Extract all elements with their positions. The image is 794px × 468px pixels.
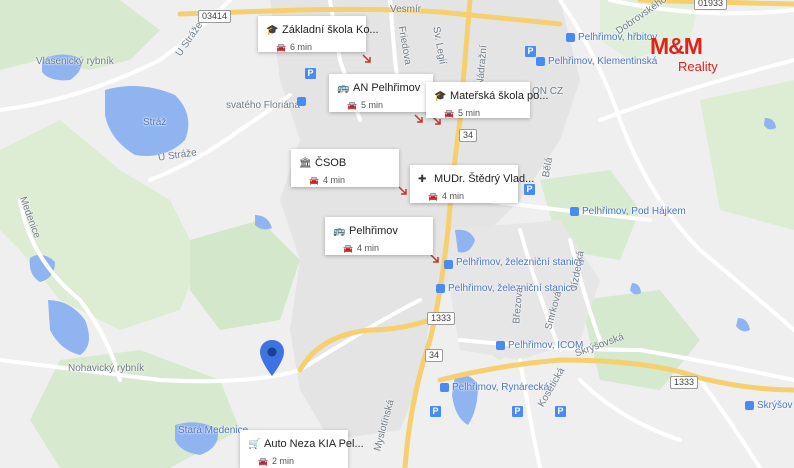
poi-name: MUDr. Štědrý Vlad... xyxy=(434,173,535,185)
water-pond xyxy=(736,318,750,332)
bus-stop-icon[interactable] xyxy=(745,401,754,410)
bus-stop-icon[interactable] xyxy=(436,284,445,293)
place-label: Vlásenický rybník xyxy=(36,56,114,67)
car-icon: 🚘 xyxy=(258,457,268,466)
green-area xyxy=(700,80,794,230)
brand-logo: M&M Reality xyxy=(650,33,726,77)
poi-time: 5 min xyxy=(360,100,383,110)
road-shield: 1333 xyxy=(427,312,456,325)
parking-icon[interactable]: P xyxy=(512,406,523,417)
bus-stop-icon[interactable] xyxy=(496,341,505,350)
road-shield: 34 xyxy=(425,349,444,362)
bus-stop-icon[interactable] xyxy=(444,260,453,269)
poi-time: 6 min xyxy=(289,42,312,52)
bus-stop-icon[interactable] xyxy=(297,97,306,106)
bank-icon: 🏛 xyxy=(299,158,312,169)
poi-card[interactable]: 🎓 Mateřská škola po... 🚘 5 min xyxy=(426,82,548,118)
bus-stop-icon[interactable] xyxy=(536,57,545,66)
poi-card[interactable]: 🛒 Auto Neza KIA Pel... 🚘 2 min xyxy=(240,430,364,468)
parking-icon[interactable]: P xyxy=(305,68,316,79)
place-label: Stará Medenice xyxy=(178,425,249,436)
transit-label: Pelhřimov, železniční stanice xyxy=(456,257,585,268)
transit-label: Skrýšov xyxy=(757,400,793,411)
green-area xyxy=(190,220,300,330)
school-icon: 🎓 xyxy=(434,91,447,102)
poi-card[interactable]: ✚ MUDr. Štědrý Vlad... 🚘 4 min xyxy=(410,165,534,203)
place-label: svatého Floriána xyxy=(226,100,300,111)
bus-stop-icon[interactable] xyxy=(440,383,449,392)
place-label: Nohavický rybník xyxy=(68,363,145,374)
road-shield: 34 xyxy=(459,129,478,142)
poi-name: Pelhřimov xyxy=(349,225,398,237)
parking-icon[interactable]: P xyxy=(524,184,535,195)
transit-label: Pelhřimov, ICOM xyxy=(508,340,584,351)
poi-card[interactable]: 🎓 Základní škola Ko... 🚘 6 min xyxy=(258,16,379,52)
parking-icon[interactable]: P xyxy=(430,406,441,417)
road xyxy=(578,378,682,442)
location-pin-icon[interactable] xyxy=(260,340,284,376)
parking-icon[interactable]: P xyxy=(555,406,566,417)
poi-name: ČSOB xyxy=(315,157,347,169)
bus-icon: 🚌 xyxy=(337,83,350,94)
bus-icon: 🚌 xyxy=(333,226,346,237)
poi-time: 4 min xyxy=(441,191,464,201)
map-canvas[interactable]: Vlásenický rybník Stráž U Stráže U Stráž… xyxy=(0,0,794,468)
road-shield: 01933 xyxy=(694,0,728,10)
poi-name: Auto Neza KIA Pel... xyxy=(264,438,364,450)
road xyxy=(698,378,762,468)
brand-logo-mark: M&M xyxy=(650,33,703,59)
car-icon: 🚘 xyxy=(347,101,357,110)
poi-card[interactable]: 🚌 AN Pelhřimov 🚘 5 min xyxy=(329,74,433,112)
bus-stop-icon[interactable] xyxy=(570,207,579,216)
poi-time: 2 min xyxy=(271,456,294,466)
poi-time: 4 min xyxy=(322,175,345,185)
shopping-icon: 🛒 xyxy=(248,439,261,450)
poi-time: 5 min xyxy=(457,108,480,118)
poi-card[interactable]: 🏛 ČSOB 🚘 4 min xyxy=(291,149,399,187)
car-icon: 🚘 xyxy=(428,192,438,201)
road-shield: 03414 xyxy=(198,10,232,23)
transit-label: Pelhřimov, Rynárecká xyxy=(452,382,550,393)
road-shield: 1333 xyxy=(670,376,699,389)
poi-card[interactable]: 🚌 Pelhřimov 🚘 4 min xyxy=(325,217,433,255)
medical-icon: ✚ xyxy=(418,174,427,185)
water-pond xyxy=(630,283,641,295)
car-icon: 🚘 xyxy=(444,109,454,118)
parking-icon[interactable]: P xyxy=(525,46,536,57)
pointer-arrow-icon xyxy=(414,114,423,123)
pointer-arrow-icon xyxy=(362,54,371,63)
bus-stop-icon[interactable] xyxy=(566,33,575,42)
poi-name: Základní škola Ko... xyxy=(282,24,379,36)
brand-logo-text: Reality xyxy=(678,59,718,74)
school-icon: 🎓 xyxy=(266,25,279,36)
place-label: Stráž xyxy=(143,117,167,128)
transit-label: Pelhřimov, Pod Hájkem xyxy=(582,206,686,217)
poi-name: Mateřská škola po... xyxy=(450,90,549,102)
car-icon: 🚘 xyxy=(276,43,286,52)
road xyxy=(518,358,542,468)
car-icon: 🚘 xyxy=(343,244,353,253)
place-label: Vesmír xyxy=(390,4,422,15)
pointer-arrow-icon xyxy=(430,254,439,263)
poi-time: 4 min xyxy=(356,243,379,253)
transit-label: Pelhřimov, Klementinská xyxy=(548,56,658,67)
car-icon: 🚘 xyxy=(309,176,319,185)
pointer-arrow-icon xyxy=(398,186,407,195)
poi-name: AN Pelhřimov xyxy=(353,82,421,94)
